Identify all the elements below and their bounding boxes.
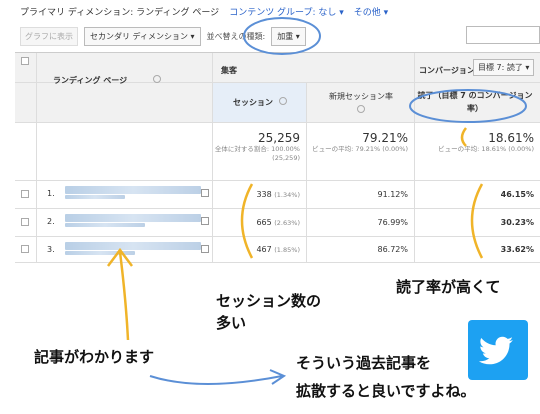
- row-sessions-pct: (2.63%): [274, 219, 300, 227]
- row-new-sessions: 86.72%: [307, 237, 415, 262]
- goal-select[interactable]: 目標 7: 読了 ▾: [473, 59, 535, 76]
- open-link-icon[interactable]: [201, 245, 209, 253]
- twitter-bird-icon: [468, 320, 528, 380]
- plot-rows-button[interactable]: グラフに表示: [20, 26, 78, 46]
- annotation-sessions-line2: 多い: [216, 314, 247, 332]
- col-landing-page[interactable]: ランディング ページ: [53, 75, 127, 86]
- col-goal-rate[interactable]: 読了（目標 7 のコンバージョン率）: [415, 89, 535, 115]
- dimension-bar: プライマリ ディメンション: ランディング ページ コンテンツ グループ: なし…: [0, 0, 540, 22]
- total-sessions: 25,259: [258, 131, 300, 145]
- row-sessions: 665: [256, 218, 272, 227]
- row-goal-rate: 33.62%: [500, 245, 534, 254]
- header-row-columns: ランディング ページ セッション 新規セッション率 読了（目標 7 のコンバージ…: [15, 57, 540, 123]
- table-row[interactable]: 3. 467 (1.85%) 86.72% 33.62%: [15, 237, 540, 263]
- row-new-sessions: 76.99%: [307, 209, 415, 236]
- annotation-share-line1: そういう過去記事を: [296, 354, 432, 372]
- checkbox-icon[interactable]: [21, 190, 29, 198]
- annotation-high-read-rate: 読了率が高くて: [396, 278, 501, 296]
- help-icon: [279, 97, 287, 105]
- row-index: 1.: [47, 189, 55, 198]
- total-goal-rate-avg: ビューの平均: 18.61% (0.00%): [438, 145, 534, 153]
- table-row[interactable]: 1. 338 (1.34%) 91.12% 46.15%: [15, 181, 540, 209]
- help-icon: [357, 105, 365, 113]
- total-sessions-pct: 全体に対する割合: 100.00% (25,259): [214, 145, 300, 162]
- annotation-share-line2: 拡散すると良いですよね。: [296, 382, 476, 400]
- row-goal-rate: 30.23%: [500, 218, 534, 227]
- sort-type-label: 並べ替えの種類:: [206, 31, 266, 41]
- group-header-conversion: コンバージョン 目標 7: 読了 ▾: [415, 53, 540, 82]
- blurred-url[interactable]: [65, 186, 201, 194]
- table-row[interactable]: 2. 665 (2.63%) 76.99% 30.23%: [15, 209, 540, 237]
- row-sessions-pct: (1.85%): [274, 246, 300, 254]
- help-icon: [153, 75, 161, 83]
- table-controls: グラフに表示 セカンダリ ディメンション ▾ 並べ替えの種類: 加重 ▾: [20, 26, 540, 46]
- row-new-sessions: 91.12%: [307, 181, 415, 208]
- row-goal-rate: 46.15%: [500, 190, 534, 199]
- content-group-link[interactable]: コンテンツ グループ: なし ▾: [229, 5, 344, 18]
- row-sessions: 338: [256, 190, 272, 199]
- total-goal-rate: 18.61%: [488, 131, 534, 145]
- select-all-checkbox[interactable]: [21, 57, 29, 65]
- col-sessions[interactable]: セッション: [233, 97, 273, 108]
- share-arrow: [149, 369, 287, 385]
- group-header-traffic: 集客: [213, 53, 415, 82]
- total-new-sessions: 79.21%: [362, 131, 408, 145]
- conversion-label: コンバージョン: [419, 66, 475, 75]
- row-index: 2.: [47, 217, 55, 226]
- open-link-icon[interactable]: [201, 217, 209, 225]
- blurred-url[interactable]: [65, 214, 201, 222]
- other-dimension-link[interactable]: その他 ▾: [354, 5, 388, 18]
- annotation-sessions-line1: セッション数の: [216, 292, 322, 310]
- total-new-sessions-avg: ビューの平均: 79.21% (0.00%): [312, 145, 408, 153]
- open-link-icon[interactable]: [201, 189, 209, 197]
- checkbox-icon[interactable]: [21, 245, 29, 253]
- annotation-know-articles: 記事がわかります: [34, 348, 155, 366]
- report-table: 集客 コンバージョン 目標 7: 読了 ▾ ランディング ページ セッション 新…: [15, 52, 540, 263]
- totals-row: 25,259 全体に対する割合: 100.00% (25,259) 79.21%…: [15, 123, 540, 181]
- row-sessions-pct: (1.34%): [274, 191, 300, 199]
- search-input[interactable]: [466, 26, 540, 44]
- twitter-bird-icon: [478, 336, 513, 365]
- secondary-dimension-select[interactable]: セカンダリ ディメンション ▾: [84, 26, 201, 46]
- primary-dimension-label: プライマリ ディメンション: ランディング ページ: [20, 7, 220, 18]
- row-sessions: 467: [256, 245, 272, 254]
- row-index: 3.: [47, 245, 55, 254]
- sort-type-select[interactable]: 加重 ▾: [271, 26, 306, 46]
- col-new-sessions[interactable]: 新規セッション率: [313, 91, 409, 102]
- blurred-url[interactable]: [65, 242, 201, 250]
- checkbox-icon[interactable]: [21, 218, 29, 226]
- pointer-arrow: [107, 247, 133, 341]
